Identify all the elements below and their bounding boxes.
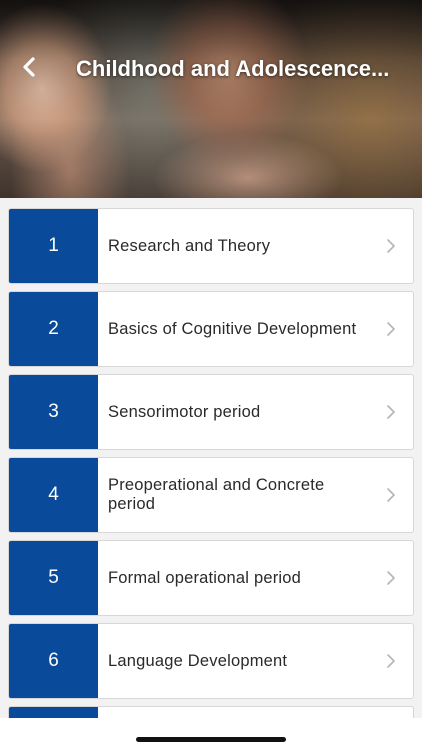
lesson-label: Preoperational and Concrete period — [108, 476, 325, 513]
lesson-number: 1 — [9, 209, 98, 283]
lesson-number: 6 — [9, 624, 98, 698]
lesson-item-1[interactable]: 1 Research and Theory — [8, 208, 414, 284]
lesson-list: 1 Research and Theory 2 Basics of Cognit… — [8, 208, 414, 740]
lesson-label: Research and Theory — [108, 236, 271, 255]
lesson-number: 4 — [9, 458, 98, 532]
lesson-item-6[interactable]: 6 Language Development — [8, 623, 414, 699]
home-indicator[interactable] — [136, 737, 286, 742]
chevron-left-icon — [23, 57, 35, 77]
lesson-item-3[interactable]: 3 Sensorimotor period — [8, 374, 414, 450]
chevron-right-icon — [387, 571, 395, 585]
chevron-right-icon — [387, 322, 395, 336]
lesson-label: Language Development — [108, 651, 288, 670]
page-title: Childhood and Adolescence... — [76, 56, 390, 81]
lesson-item-4[interactable]: 4 Preoperational and Concrete period — [8, 457, 414, 533]
chevron-right-icon — [387, 405, 395, 419]
lesson-number: 3 — [9, 375, 98, 449]
lesson-label: Formal operational period — [108, 568, 302, 587]
lesson-label: Sensorimotor period — [108, 402, 261, 421]
chevron-right-icon — [387, 488, 395, 502]
lesson-number: 5 — [9, 541, 98, 615]
chevron-right-icon — [387, 239, 395, 253]
bottom-safe-area — [0, 718, 422, 750]
lesson-item-2[interactable]: 2 Basics of Cognitive Development — [8, 291, 414, 367]
lesson-number: 2 — [9, 292, 98, 366]
lesson-label: Basics of Cognitive Development — [108, 319, 357, 338]
chevron-right-icon — [387, 654, 395, 668]
header-banner-image: Childhood and Adolescence... — [0, 0, 422, 198]
back-button[interactable] — [14, 52, 44, 82]
lesson-item-5[interactable]: 5 Formal operational period — [8, 540, 414, 616]
